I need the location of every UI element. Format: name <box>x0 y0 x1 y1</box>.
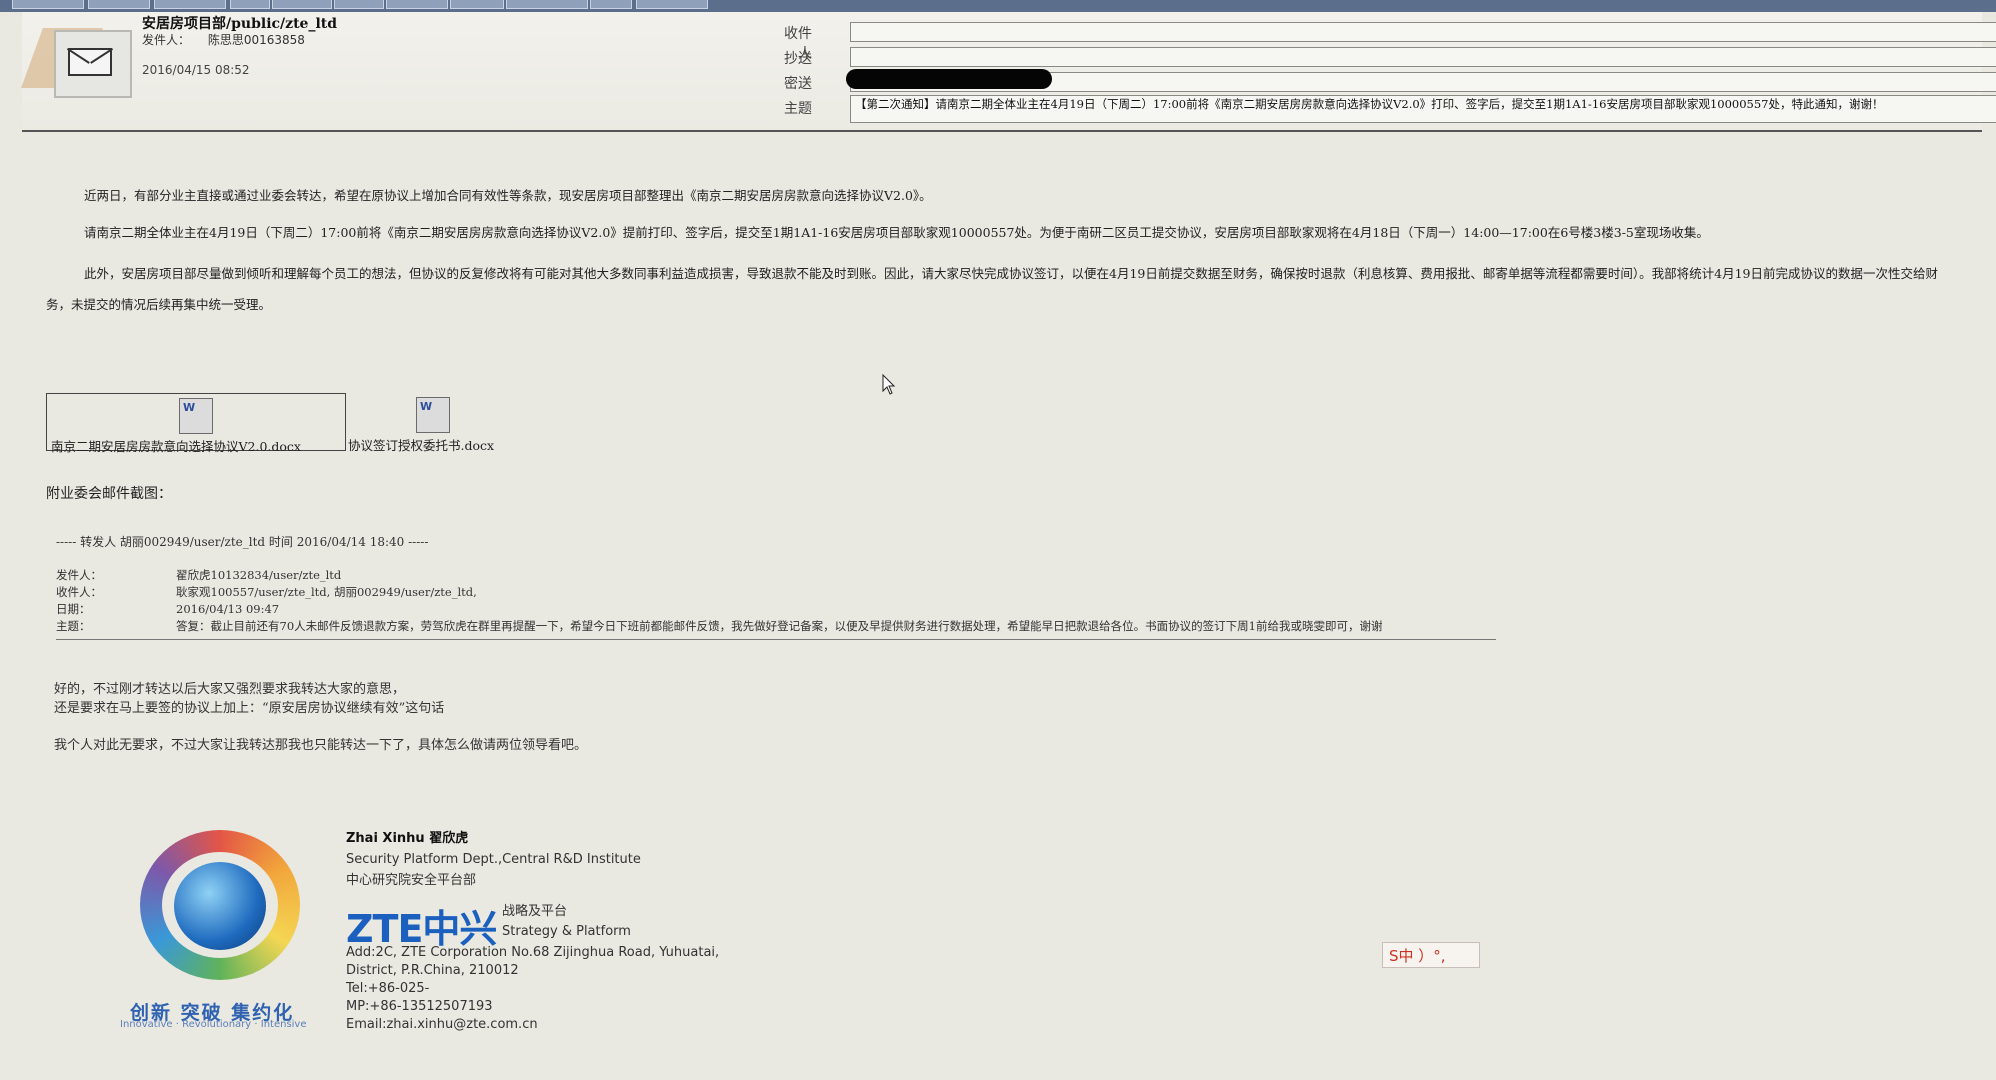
subject-field[interactable]: 【第二次通知】请南京二期全体业主在4月19日（下周二）17:00前将《南京二期安… <box>850 95 1996 123</box>
quoted-to-value[interactable]: 耿家观100557/user/zte_ltd, 胡丽002949/user/zt… <box>176 584 1496 601</box>
address-line: Add:2C, ZTE Corporation No.68 Zijinghua … <box>346 945 720 960</box>
signature-text: Zhai Xinhu 翟欣虎 Security Platform Dept.,C… <box>346 828 641 891</box>
to-field[interactable] <box>850 22 1996 42</box>
quoted-mail-header: 发件人： 翟欣虎10132834/user/zte_ltd 收件人： 耿家观1005… <box>56 567 1496 640</box>
toolbar-tab[interactable] <box>450 0 504 9</box>
attachment-name[interactable]: 南京二期安居房房款意向选择协议V2.0.docx <box>51 436 301 455</box>
mail-folder: 安居房项目部/public/zte_ltd <box>142 16 338 32</box>
reply-line: 好的，不过刚才转达以后大家又强烈要求我转达大家的意思， <box>54 682 406 697</box>
address-fields: 收件人 抄送 密送 主题 【第二次通知】请南京二期全体业主在4月19日（下周二）… <box>762 20 1996 127</box>
toolbar-tab[interactable] <box>272 0 332 9</box>
ime-toolbar[interactable]: S中 ）°, <box>1382 942 1480 968</box>
quoted-date-label: 日期： <box>56 602 91 616</box>
attachment-name[interactable]: 协议签订授权委托书.docx <box>348 435 494 454</box>
address-line: District, P.R.China, 210012 <box>346 963 519 978</box>
cc-label: 抄送 <box>784 51 812 67</box>
quoted-from-value[interactable]: 翟欣虎10132834/user/zte_ltd <box>176 567 1496 584</box>
toolbar-tab[interactable] <box>334 0 384 9</box>
toolbar-tab[interactable] <box>154 0 226 9</box>
sender-info: 安居房项目部/public/zte_ltd 发件人： 陈思思00163858 2… <box>142 16 337 78</box>
word-document-icon <box>179 398 213 434</box>
reply-line: 还是要求在马上要签的协议上加上：“原安居房协议继续有效”这句话 <box>54 701 445 716</box>
quoted-subject-label: 主题： <box>56 619 91 633</box>
mail-body: 近两日，有部分业主直接或通过业委会转达，希望在原协议上增加合同有效性等条款，现安… <box>46 180 1946 320</box>
quoted-from-label: 发件人： <box>56 568 102 582</box>
slogan-en: Innovative · Revolutionary · Intensive <box>120 1019 307 1030</box>
from-line: 发件人： 陈思思00163858 <box>142 32 337 48</box>
toolbar-tab[interactable] <box>12 0 84 9</box>
from-value[interactable]: 陈思思00163858 <box>208 33 305 47</box>
appendix-label: 附业委会邮件截图： <box>46 486 172 502</box>
toolbar-tab[interactable] <box>590 0 632 9</box>
email-address[interactable]: Email:zhai.xinhu@zte.com.cn <box>346 1016 719 1034</box>
reply-text: 好的，不过刚才转达以后大家又强烈要求我转达大家的意思， 还是要求在马上要签的协议… <box>54 680 587 755</box>
mail-header: 安居房项目部/public/zte_ltd 发件人： 陈思思00163858 2… <box>21 12 1996 132</box>
toolbar-tab[interactable] <box>386 0 448 9</box>
reply-line: 我个人对此无要求，不过大家让我转达那我也只能转达一下了，具体怎么做请两位领导看吧… <box>54 738 588 753</box>
brand-tag-cn: 战略及平台 <box>502 904 568 919</box>
signer-name: Zhai Xinhu 翟欣虎 <box>346 831 469 846</box>
signature-contact: Add:2C, ZTE Corporation No.68 Zijinghua … <box>346 944 719 1034</box>
brand-tag-en: Strategy & Platform <box>502 924 631 939</box>
toolbar-tab[interactable] <box>230 0 270 9</box>
mouse-cursor-icon <box>882 374 896 395</box>
toolbar-tab[interactable] <box>506 0 588 9</box>
bcc-label: 密送 <box>784 76 812 92</box>
body-paragraph: 请南京二期全体业主在4月19日（下周二）17:00前将《南京二期安居房房款意向选… <box>84 225 1709 240</box>
forward-header: ----- 转发人 胡丽002949/user/zte_ltd 时间 2016/… <box>56 535 429 549</box>
phone: Tel:+86-025- <box>346 981 430 996</box>
subject-label: 主题 <box>784 101 812 117</box>
body-paragraph: 此外，安居房项目部尽量做到倾听和理解每个员工的想法，但协议的反复修改将有可能对其… <box>46 266 1938 312</box>
quoted-date-value: 2016/04/13 09:47 <box>176 602 280 616</box>
redaction-mark <box>846 69 1052 89</box>
cc-field[interactable] <box>850 47 1996 67</box>
signer-dept-cn: 中心研究院安全平台部 <box>346 873 477 888</box>
toolbar-tab[interactable] <box>636 0 708 9</box>
attachment-item[interactable]: 南京二期安居房房款意向选择协议V2.0.docx <box>46 393 346 454</box>
attachment-item[interactable]: 协议签订授权委托书.docx <box>348 393 524 453</box>
mail-envelope-icon <box>21 20 132 100</box>
toolbar-tab[interactable] <box>88 0 150 9</box>
mobile: MP:+86-13512507193 <box>346 999 493 1014</box>
from-label: 发件人： <box>142 33 191 47</box>
quoted-to-label: 收件人： <box>56 585 102 599</box>
mail-date: 2016/04/15 08:52 <box>142 63 250 77</box>
email-signature: 创新 突破 集约化 Innovative · Revolutionary · I… <box>120 822 820 1042</box>
quoted-subject-value: 答复：截止目前还有70人未邮件反馈退款方案，劳驾欣虎在群里再提醒一下，希望今日下… <box>176 619 1383 633</box>
zte-globe-logo <box>140 830 310 980</box>
window-toolbar <box>0 0 1996 12</box>
body-paragraph: 近两日，有部分业主直接或通过业委会转达，希望在原协议上增加合同有效性等条款，现安… <box>84 188 932 203</box>
signer-dept-en: Security Platform Dept.,Central R&D Inst… <box>346 852 641 867</box>
word-document-icon <box>416 397 450 433</box>
